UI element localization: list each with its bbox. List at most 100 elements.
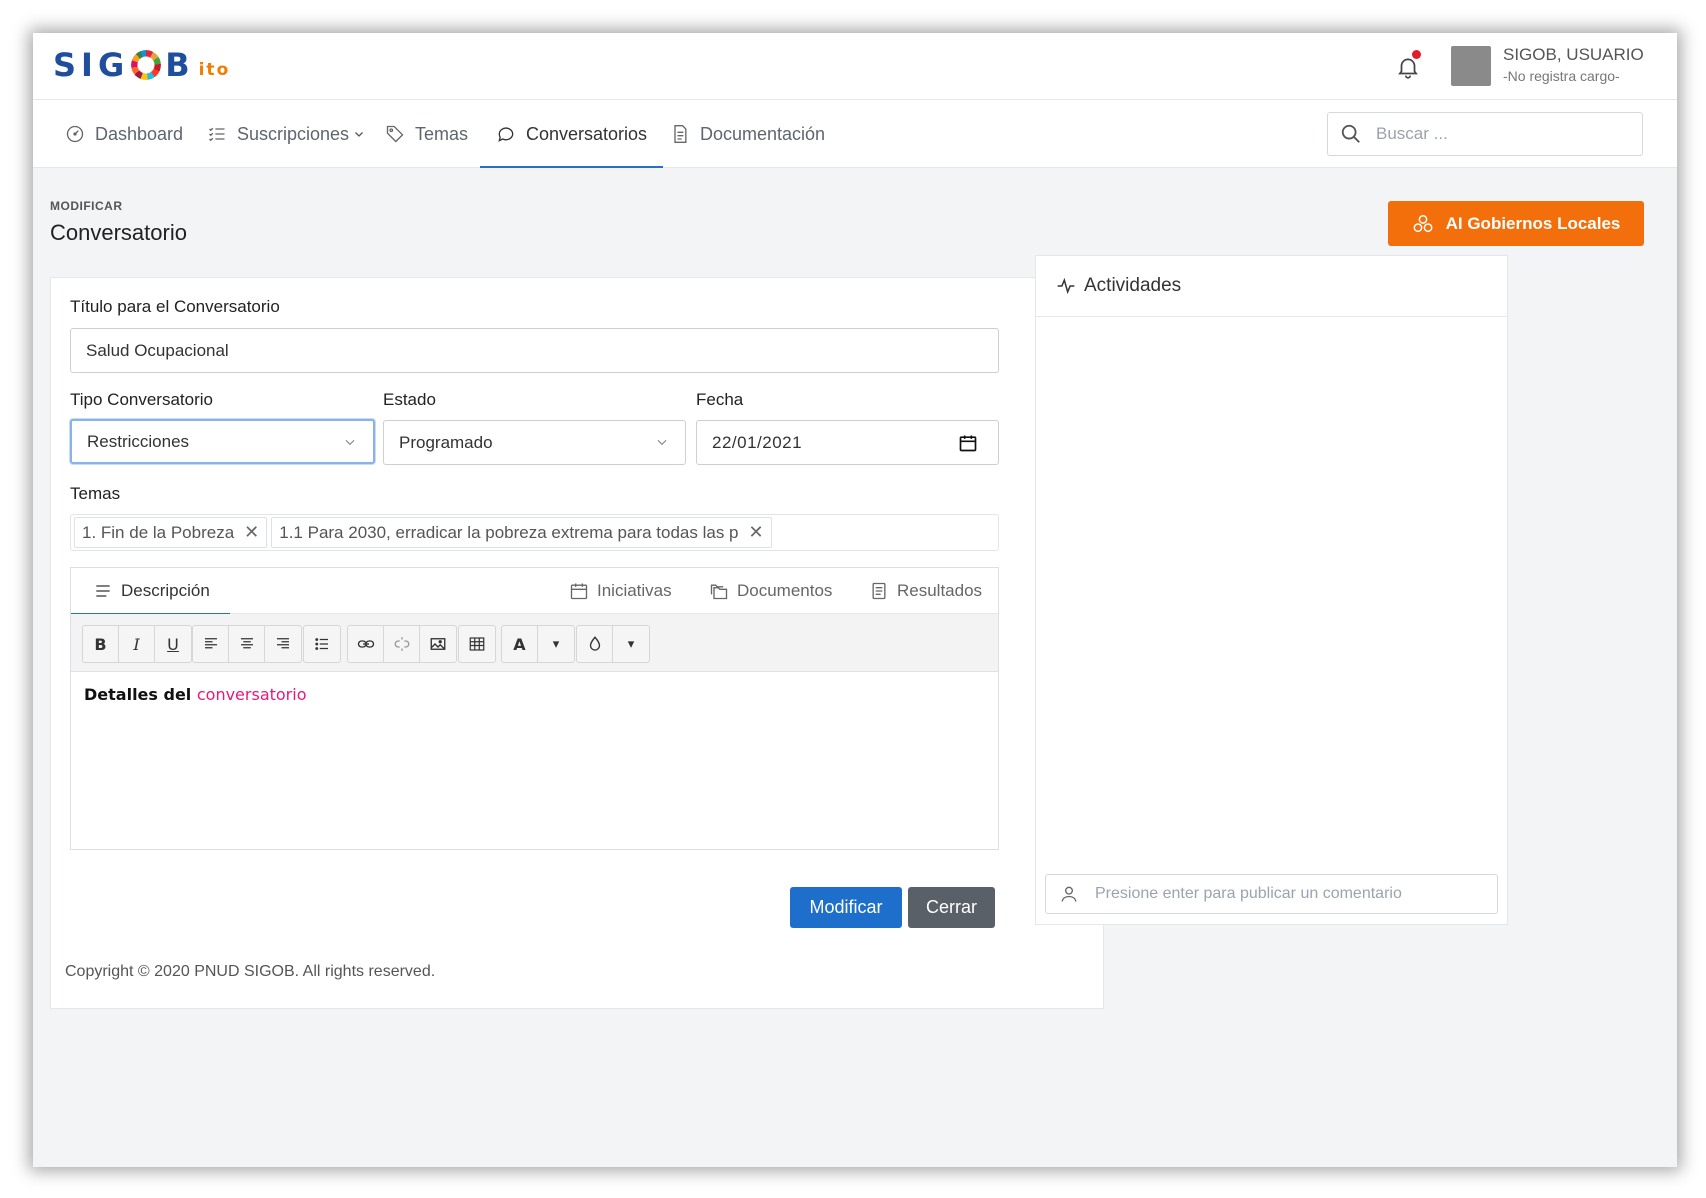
bullet-list-button[interactable]	[304, 626, 340, 662]
tipo-select[interactable]: Restricciones	[70, 419, 375, 464]
tag-icon	[386, 125, 404, 143]
link-button[interactable]	[348, 626, 384, 662]
nav-label: Dashboard	[95, 123, 184, 144]
tag-label: 1.1 Para 2030, erradicar la pobreza extr…	[279, 522, 739, 542]
droplet-icon	[589, 636, 600, 651]
link-icon	[357, 640, 374, 648]
search-input[interactable]	[1376, 124, 1616, 144]
nav-label: Suscripciones	[237, 123, 350, 144]
activity-pulse-icon	[1057, 277, 1075, 295]
tema-tag: 1.1 Para 2030, erradicar la pobreza extr…	[271, 517, 772, 548]
nav-label: Conversatorios	[526, 123, 648, 144]
app-window: SIG B ito SIGOB, USUARIO -No registra ca…	[33, 33, 1677, 1167]
search-box[interactable]	[1327, 112, 1643, 156]
title-input[interactable]: Salud Ocupacional	[70, 328, 999, 373]
title-label: Título para el Conversatorio	[70, 297, 280, 316]
ai-gobiernos-locales-button[interactable]: AI Gobiernos Locales	[1388, 201, 1644, 246]
font-color-button[interactable]: A	[502, 626, 538, 662]
activities-title: Actividades	[1084, 275, 1182, 296]
bullet-list-icon	[315, 638, 328, 650]
checklist-icon	[209, 127, 225, 142]
remove-tag-icon[interactable]: ✕	[244, 522, 259, 543]
gauge-icon	[66, 125, 84, 143]
align-right-button[interactable]	[265, 626, 301, 662]
table-icon	[469, 637, 485, 651]
fecha-value: 22/01/2021	[712, 432, 803, 452]
tab-documentos[interactable]: Documentos	[709, 568, 832, 614]
rich-text-editor[interactable]: Detalles del conversatorio	[84, 685, 307, 704]
editor-text-bold: Detalles del	[84, 685, 192, 704]
unlink-icon	[394, 637, 409, 651]
align-left-icon	[204, 638, 217, 649]
modificar-button[interactable]: Modificar	[790, 887, 902, 928]
chevron-down-icon	[355, 132, 364, 137]
table-button[interactable]	[459, 626, 495, 662]
description-panel: Descripción Iniciativas Documentos Resul…	[70, 567, 999, 850]
list-doc-icon	[872, 582, 886, 600]
calendar-icon	[570, 583, 588, 600]
notifications-bell-icon[interactable]	[1395, 50, 1421, 81]
logo-text-right: B	[165, 46, 195, 84]
nav-item-dashboard[interactable]: Dashboard	[65, 100, 183, 168]
nav-item-suscripciones[interactable]: Suscripciones	[207, 100, 365, 168]
sdg-wheel-icon	[131, 50, 162, 80]
table-group	[458, 625, 496, 663]
list-group	[303, 625, 341, 663]
tab-label: Iniciativas	[597, 581, 672, 600]
editor-text-accent: conversatorio	[196, 685, 307, 704]
comment-box[interactable]	[1045, 874, 1498, 914]
main-nav: Dashboard Suscripciones Temas Conversato…	[33, 100, 1677, 168]
sigob-logo[interactable]: SIG B ito	[53, 47, 230, 83]
align-left-button[interactable]	[193, 626, 229, 662]
tab-resultados[interactable]: Resultados	[869, 568, 982, 614]
activities-header: Actividades	[1036, 256, 1507, 317]
align-center-icon	[240, 638, 253, 649]
highlight-button[interactable]	[577, 626, 613, 662]
calendar-icon[interactable]	[958, 433, 978, 453]
tema-tag: 1. Fin de la Pobreza ✕	[74, 517, 268, 548]
align-right-icon	[277, 638, 289, 649]
highlight-caret[interactable]: ▾	[613, 626, 649, 662]
fecha-input[interactable]: 22/01/2021	[696, 420, 999, 465]
text-style-group: B I U	[82, 625, 192, 663]
align-group	[192, 625, 302, 663]
nav-item-temas[interactable]: Temas	[385, 100, 468, 168]
form-card: Título para el Conversatorio Salud Ocupa…	[50, 277, 1104, 1009]
unlink-button[interactable]	[384, 626, 420, 662]
avatar[interactable]	[1451, 46, 1491, 86]
fecha-label: Fecha	[696, 390, 744, 409]
tab-label: Resultados	[897, 581, 983, 600]
cerrar-button[interactable]: Cerrar	[908, 887, 995, 928]
title-value: Salud Ocupacional	[86, 340, 229, 360]
tab-iniciativas[interactable]: Iniciativas	[569, 568, 672, 614]
content-tabs: Descripción Iniciativas Documentos Resul…	[71, 568, 998, 615]
user-name[interactable]: SIGOB, USUARIO	[1503, 45, 1644, 65]
nav-label: Temas	[415, 123, 469, 144]
remove-tag-icon[interactable]: ✕	[749, 522, 764, 543]
search-icon	[1341, 124, 1360, 143]
bold-button[interactable]: B	[83, 626, 119, 662]
italic-button[interactable]: I	[119, 626, 155, 662]
page-title: Conversatorio	[50, 220, 187, 245]
font-color-caret[interactable]: ▾	[538, 626, 574, 662]
image-icon	[430, 638, 446, 650]
nav-label: Documentación	[700, 123, 826, 144]
estado-select[interactable]: Programado	[383, 420, 686, 465]
lines-icon	[96, 585, 110, 597]
align-center-button[interactable]	[229, 626, 265, 662]
nav-item-documentacion[interactable]: Documentación	[670, 100, 825, 168]
nav-item-conversatorios[interactable]: Conversatorios	[479, 100, 664, 168]
user-icon	[1061, 886, 1077, 902]
page-eyebrow: MODIFICAR	[50, 199, 123, 213]
underline-button[interactable]: U	[155, 626, 191, 662]
notification-dot	[1412, 50, 1421, 59]
temas-tag-input[interactable]: 1. Fin de la Pobreza ✕ 1.1 Para 2030, er…	[70, 514, 999, 551]
tab-descripcion[interactable]: Descripción	[71, 568, 230, 615]
circles-icon	[1413, 214, 1433, 232]
comment-input[interactable]	[1095, 885, 1495, 903]
chevron-down-icon	[345, 439, 355, 446]
button-label: AI Gobiernos Locales	[1445, 213, 1621, 233]
image-button[interactable]	[420, 626, 456, 662]
tab-label: Documentos	[737, 581, 833, 600]
insert-group	[347, 625, 457, 663]
